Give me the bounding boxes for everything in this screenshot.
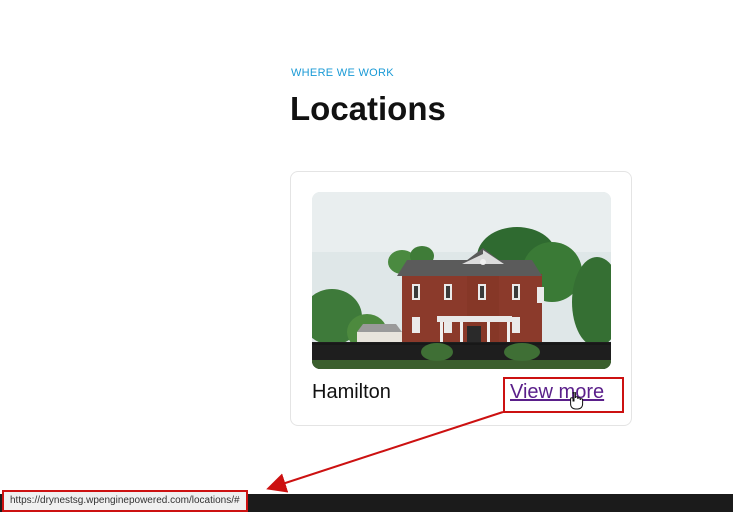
location-card: Hamilton View more [290, 171, 632, 426]
section-eyebrow: WHERE WE WORK [291, 67, 394, 79]
location-photo [312, 192, 611, 369]
hand-cursor-icon [570, 392, 584, 410]
view-more-link[interactable]: View more [510, 381, 604, 404]
status-url: https://drynestsg.wpenginepowered.com/lo… [2, 490, 248, 512]
location-name: Hamilton [312, 381, 391, 403]
page-title: Locations [290, 90, 446, 127]
